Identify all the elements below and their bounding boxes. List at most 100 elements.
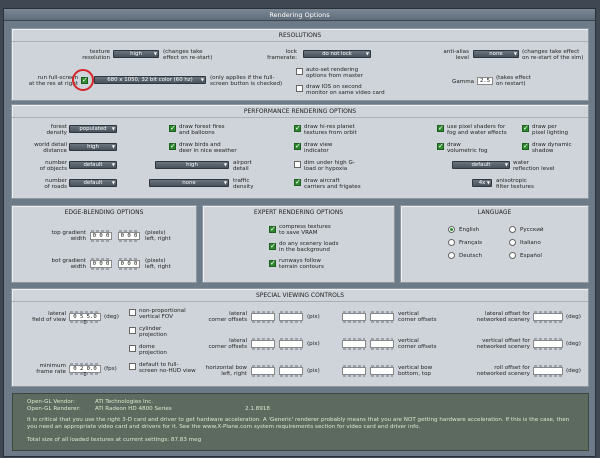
chevron-down-icon: ▼ <box>111 126 115 131</box>
texture-total-text: Total size of all loaded textures at cur… <box>27 437 202 443</box>
language-radio-deutsch[interactable] <box>448 252 455 259</box>
aniso-dropdown[interactable]: 4x ▼ <box>472 179 492 187</box>
texture-dropdown[interactable]: high ▼ <box>113 50 159 58</box>
expert-panel: EXPERT RENDERING OPTIONS compress textur… <box>202 205 395 283</box>
roll-offset-input[interactable] <box>533 365 563 377</box>
top-gradient-right[interactable]: 0 0 0 <box>118 230 140 242</box>
hires-planet-checkbox[interactable] <box>294 124 301 132</box>
hires-planet-label: draw hi-res planet textures from orbit <box>304 124 357 137</box>
roll-offset-label: roll offset for networked scenery <box>476 365 530 378</box>
carriers-checkbox[interactable] <box>294 178 301 186</box>
vert-corner-1b[interactable] <box>370 311 394 323</box>
forest-dropdown[interactable]: populated ▼ <box>69 125 117 133</box>
top-gradient-left[interactable]: 0 0 0 <box>90 230 112 242</box>
airport-dropdown[interactable]: high ▼ <box>155 161 229 169</box>
default-fullscreen-checkbox[interactable] <box>129 363 136 370</box>
lateral-offset-input[interactable] <box>533 311 563 323</box>
lateral-corner-label-1: lateral corner offsets <box>208 311 247 324</box>
background-loads-checkbox[interactable] <box>269 242 276 250</box>
vertical-offset-input[interactable] <box>533 338 563 350</box>
vbow-a[interactable] <box>342 365 366 377</box>
water-dropdown[interactable]: default ▼ <box>452 161 510 169</box>
vendor-label: Open-GL Vendor: <box>27 399 75 405</box>
renderer-label: Open-GL Renderer: <box>27 406 81 412</box>
language-radio-russian[interactable] <box>509 226 516 233</box>
dynamic-shadow-checkbox[interactable] <box>522 142 529 150</box>
bot-gradient-left[interactable]: 0 0 0 <box>90 258 112 270</box>
language-radio-francais[interactable] <box>448 239 455 246</box>
cylinder-checkbox[interactable] <box>129 327 136 334</box>
view-indicator-checkbox[interactable] <box>294 142 301 150</box>
world-dropdown[interactable]: high ▼ <box>69 143 117 151</box>
autoset-checkbox[interactable] <box>296 68 303 75</box>
aa-dropdown[interactable]: none ▼ <box>473 50 519 58</box>
language-radio-espanol[interactable] <box>509 252 516 259</box>
forest-fires-checkbox[interactable] <box>169 124 176 132</box>
birds-checkbox[interactable] <box>169 142 176 150</box>
bot-gradient-right[interactable]: 0 0 0 <box>118 258 140 270</box>
water-label: water reflection level <box>513 160 555 173</box>
performance-panel: PERFORMANCE RENDERING OPTIONS forest den… <box>11 104 589 199</box>
default-fullscreen-label: default to full- screen no-HUD view <box>139 362 196 375</box>
language-label-deutsch: Deutsch <box>459 253 483 259</box>
fov-unit: (deg) <box>104 314 119 320</box>
language-label-english: English <box>459 227 480 233</box>
lat-corner-2b[interactable] <box>279 338 303 350</box>
min-framerate-input[interactable]: 0 2 0.0 0 <box>69 363 101 378</box>
language-radio-english[interactable] <box>448 226 455 233</box>
hbow-b[interactable] <box>279 365 303 377</box>
language-title: LANGUAGE <box>477 209 512 216</box>
dim-gload-checkbox[interactable] <box>294 161 301 168</box>
opengl-info-panel: Open-GL Vendor: ATI Technologies Inc. Op… <box>12 393 589 451</box>
lock-dropdown[interactable]: do not lock ▼ <box>303 50 371 58</box>
rendering-options-window: Rendering Options RESOLUTIONS texture re… <box>3 8 596 457</box>
pix-unit-2: (pix) <box>307 341 320 347</box>
edge-blending-title: EDGE-BLENDING OPTIONS <box>64 209 144 216</box>
bot-gradient-label: bot gradient width <box>51 258 86 271</box>
per-pixel-lighting-checkbox[interactable] <box>522 124 529 132</box>
traffic-dropdown[interactable]: none ▼ <box>149 179 229 187</box>
lat-corner-1a[interactable] <box>251 311 275 323</box>
vendor-value: ATI Technologies Inc. <box>95 399 153 405</box>
carriers-label: draw aircraft carriers and frigates <box>304 178 361 191</box>
fov-label: lateral field of view <box>32 311 66 324</box>
runways-contours-checkbox[interactable] <box>269 259 276 267</box>
forest-label: forest density <box>46 124 67 137</box>
roads-dropdown[interactable]: default ▼ <box>69 179 117 187</box>
chevron-down-icon: ▼ <box>365 51 369 56</box>
expert-title: EXPERT RENDERING OPTIONS <box>253 209 344 216</box>
pix-unit-1: (pix) <box>307 314 320 320</box>
volumetric-fog-label: draw volumetric fog <box>447 142 488 155</box>
min-framerate-label: minimum frame rate <box>36 363 66 376</box>
pixel-shaders-checkbox[interactable] <box>437 124 444 132</box>
compress-textures-checkbox[interactable] <box>269 225 276 233</box>
forest-fires-label: draw forest fires and balloons <box>179 124 225 137</box>
nonprop-fov-checkbox[interactable] <box>129 309 136 316</box>
language-label-italiano: Italiano <box>520 240 541 246</box>
autoset-label: auto-set rendering options from master <box>306 67 363 80</box>
vertical-corner-label-2: vertical corner offsets <box>398 338 437 351</box>
vert-corner-2a[interactable] <box>342 338 366 350</box>
ios-checkbox[interactable] <box>296 85 303 92</box>
objects-dropdown[interactable]: default ▼ <box>69 161 117 169</box>
language-radio-italiano[interactable] <box>509 239 516 246</box>
hbow-a[interactable] <box>251 365 275 377</box>
fullscreen-resolution-dropdown[interactable]: 680 x 1050, 32 bit color (60 hz) ▼ <box>94 76 206 84</box>
pix-unit-3: (pix) <box>307 368 320 374</box>
vert-corner-1a[interactable] <box>342 311 366 323</box>
chevron-down-icon: ▼ <box>111 180 115 185</box>
view-indicator-label: draw view indicator <box>304 142 333 155</box>
window-title: Rendering Options <box>4 9 595 21</box>
renderer-value: ATI Radeon HD 4800 Series <box>95 406 172 412</box>
dome-checkbox[interactable] <box>129 345 136 352</box>
special-viewing-title: SPECIAL VIEWING CONTROLS <box>255 292 345 299</box>
volumetric-fog-checkbox[interactable] <box>437 142 444 150</box>
vbow-b[interactable] <box>370 365 394 377</box>
lat-corner-2a[interactable] <box>251 338 275 350</box>
top-gradient-unit: (pixels) left, right <box>145 230 171 243</box>
fov-input[interactable]: 0 5 5.0 0 <box>69 311 101 326</box>
nonprop-fov-label: non-proportional vertical FOV <box>139 308 186 321</box>
lat-corner-1b[interactable] <box>279 311 303 323</box>
gamma-input[interactable]: 2.5 <box>477 77 493 85</box>
vert-corner-2b[interactable] <box>370 338 394 350</box>
